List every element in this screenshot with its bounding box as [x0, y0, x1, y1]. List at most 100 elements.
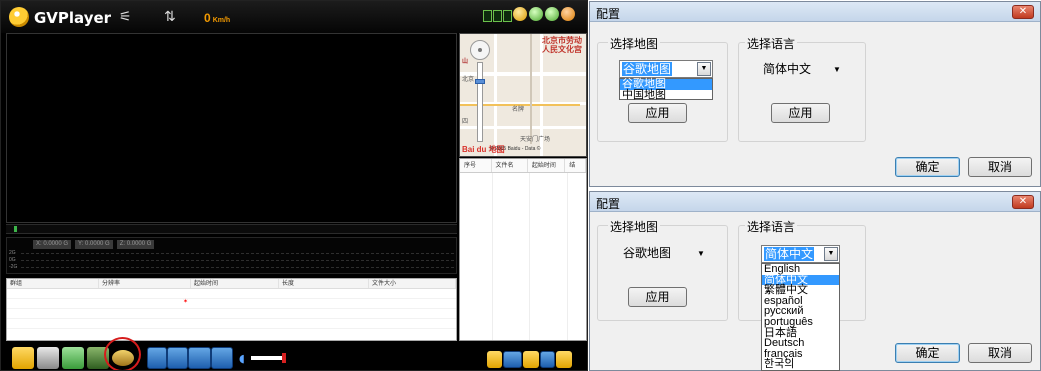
ok-button[interactable]: 确定	[895, 343, 960, 363]
layout-single-button[interactable]	[483, 10, 492, 22]
volume-handle[interactable]	[282, 353, 286, 363]
map-select[interactable]: 谷歌地图 ▼	[619, 60, 713, 78]
lock-button[interactable]	[556, 351, 572, 368]
language-group: 选择语言	[738, 35, 866, 142]
close-icon[interactable]: ✕	[1012, 5, 1034, 19]
progress-handle[interactable]	[14, 226, 17, 232]
language-select-value: 简体中文	[764, 247, 815, 261]
map-road	[494, 34, 497, 156]
ok-button[interactable]: 确定	[895, 157, 960, 177]
column-file-name[interactable]: 文件名	[492, 159, 528, 172]
column-file-size[interactable]: 文件大小	[369, 279, 456, 288]
table-row[interactable]	[7, 309, 456, 319]
chevron-down-icon[interactable]: ▼	[697, 62, 711, 76]
map-pan-control[interactable]	[470, 40, 490, 60]
info-button[interactable]	[540, 351, 555, 368]
cancel-button[interactable]: 取消	[968, 343, 1032, 363]
map-zoom-slider[interactable]	[477, 62, 483, 142]
export-button[interactable]	[487, 351, 502, 368]
map-select-value: 谷歌地图	[623, 246, 672, 260]
open-folder-button[interactable]	[12, 347, 34, 369]
volume-slider[interactable]	[251, 356, 284, 360]
layout-buttons	[483, 10, 512, 22]
dialog-title: 配置	[596, 197, 621, 211]
cancel-button[interactable]: 取消	[968, 157, 1032, 177]
config-dialog-top: 配置 ✕ 选择地图 选择语言 谷歌地图 ▼ 谷歌地图 中国地图 应用 简体中文 …	[589, 1, 1041, 187]
map-option[interactable]: 谷歌地图	[620, 79, 712, 90]
speed-readout: 0 Km/h	[204, 11, 231, 25]
column-index[interactable]: 序号	[460, 159, 492, 172]
map-option[interactable]: 中国地图	[620, 89, 712, 101]
video-viewport[interactable]	[6, 33, 457, 223]
language-option[interactable]: English	[762, 264, 839, 275]
gvplayer-window: GVPlayer ⚟ ⇅ 0 Km/h X: 0.0000 G Y: 0.0000…	[0, 0, 588, 371]
event-marker-icon: ✶	[183, 299, 189, 305]
close-icon[interactable]: ✕	[1012, 195, 1034, 209]
satellite-icon: ⚟	[119, 9, 132, 25]
column-group[interactable]: 群组	[7, 279, 99, 288]
map-button[interactable]	[523, 351, 539, 368]
apply-language-button[interactable]: 应用	[771, 103, 830, 123]
open-file-button[interactable]	[62, 347, 84, 369]
sensor-x-readout: X: 0.0000 G	[33, 240, 72, 249]
close-button[interactable]	[561, 7, 575, 21]
maximize-button[interactable]	[545, 7, 559, 21]
language-option[interactable]: português	[762, 317, 839, 328]
sensor-z-readout: Z: 0.0000 G	[116, 240, 155, 249]
layout-double-button[interactable]	[493, 10, 502, 22]
next-frame-button[interactable]	[211, 347, 233, 369]
sensor-axis-top: 2G	[9, 250, 16, 256]
layout-quad-button[interactable]	[503, 10, 512, 22]
language-select-value: 简体中文	[763, 62, 812, 76]
language-group-label: 选择语言	[745, 218, 798, 235]
language-option[interactable]: 한국의	[762, 359, 839, 370]
settings-button[interactable]	[513, 7, 527, 21]
window-control-buttons	[513, 7, 575, 21]
playback-progress-bar[interactable]	[6, 224, 457, 234]
column-length[interactable]: 长度	[279, 279, 369, 288]
column-end[interactable]: 结	[565, 159, 586, 172]
event-table: 群组 分辨率 起始时间 长度 文件大小 ✶	[6, 278, 457, 341]
table-row[interactable]	[7, 319, 456, 329]
sensor-gridline	[21, 267, 454, 268]
language-select[interactable]: 简体中文 ▼	[761, 61, 846, 79]
map-copyright: © 2015 Baidu - Data ©	[490, 146, 541, 152]
table-row[interactable]	[7, 299, 456, 309]
minimize-button[interactable]	[529, 7, 543, 21]
apply-map-button[interactable]: 应用	[628, 103, 687, 123]
player-title-bar: GVPlayer ⚟ ⇅ 0 Km/h	[1, 1, 587, 33]
table-row[interactable]	[7, 289, 456, 299]
stop-button[interactable]	[167, 347, 188, 369]
gsensor-graph: X: 0.0000 G Y: 0.0000 G Z: 0.0000 G 2G 0…	[6, 237, 457, 274]
play-button[interactable]	[188, 347, 211, 369]
chevron-down-icon[interactable]: ▼	[824, 247, 838, 261]
file-list-header: 序号 文件名 起始时间 结	[460, 159, 586, 173]
chevron-down-icon[interactable]: ▼	[697, 246, 705, 262]
volume-icon[interactable]: ◖	[239, 352, 245, 365]
map-group-label: 选择地图	[608, 35, 661, 52]
kmh-button[interactable]	[503, 351, 522, 368]
map-place-label: 北京市劳动 人民文化宫	[542, 36, 582, 54]
language-dropdown-list: English 简体中文 繁體中文 español русский portug…	[761, 263, 840, 371]
gsensor-icon: ⇅	[164, 9, 176, 25]
dialog-title: 配置	[596, 7, 621, 21]
map-zoom-handle[interactable]	[475, 79, 485, 84]
sensor-gridline	[21, 253, 454, 254]
map-view[interactable]: 北京市劳动 人民文化宫 山 北京 名牌 天安门广场 四 Bai du 地图 © 2…	[459, 33, 587, 157]
column-start-time[interactable]: 起始时间	[191, 279, 279, 288]
snapshot-button[interactable]	[37, 347, 59, 369]
column-start-time[interactable]: 起始时间	[528, 159, 566, 172]
map-group-label: 选择地图	[608, 218, 661, 235]
language-select[interactable]: 简体中文 ▼	[761, 245, 840, 263]
file-list: 序号 文件名 起始时间 结	[459, 158, 587, 341]
column-resolution[interactable]: 分辨率	[99, 279, 191, 288]
player-title: GVPlayer	[34, 9, 112, 27]
map-small-label: 北京	[462, 77, 475, 83]
map-select[interactable]: 谷歌地图 ▼	[621, 245, 711, 263]
prev-frame-button[interactable]	[147, 347, 167, 369]
map-road	[530, 34, 532, 144]
chevron-down-icon[interactable]: ▼	[833, 62, 841, 78]
map-small-label: 山	[462, 59, 469, 65]
apply-map-button[interactable]: 应用	[628, 287, 687, 307]
column-divider	[529, 173, 530, 340]
